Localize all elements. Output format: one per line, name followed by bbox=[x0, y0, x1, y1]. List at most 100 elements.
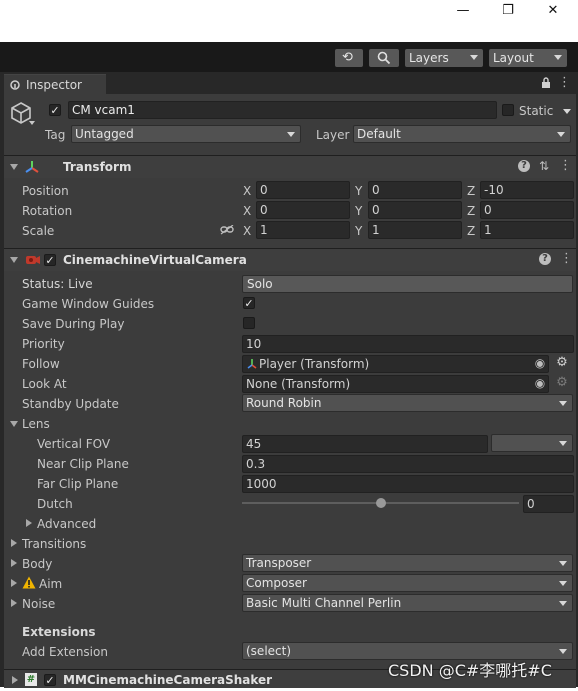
foldout-arrow-icon[interactable] bbox=[10, 164, 18, 170]
tag-dropdown[interactable]: Untagged bbox=[71, 125, 301, 143]
tag-value: Untagged bbox=[75, 127, 134, 141]
gear-icon[interactable]: ⚙ bbox=[555, 376, 569, 390]
search-button[interactable] bbox=[369, 49, 399, 67]
far-clip-plane-label: Far Clip Plane bbox=[37, 477, 119, 491]
advanced-label[interactable]: Advanced bbox=[37, 516, 96, 532]
axis-y-label[interactable]: Y bbox=[355, 183, 362, 199]
rotation-z-field[interactable]: 0 bbox=[480, 201, 574, 219]
window-titlebar bbox=[0, 0, 578, 42]
layout-dropdown[interactable]: Layout bbox=[489, 49, 567, 67]
standby-update-dropdown[interactable]: Round Robin bbox=[242, 394, 573, 412]
search-icon bbox=[377, 51, 391, 65]
object-name-field[interactable]: CM vcam1 bbox=[68, 101, 497, 119]
follow-field[interactable]: Player (Transform) bbox=[242, 355, 549, 373]
extensions-heading: Extensions bbox=[22, 625, 96, 639]
layers-dropdown[interactable]: Layers bbox=[405, 49, 483, 67]
static-checkbox[interactable] bbox=[502, 104, 514, 116]
foldout-arrow-icon[interactable] bbox=[11, 559, 17, 567]
look-at-field[interactable]: None (Transform) bbox=[242, 375, 549, 393]
foldout-arrow-icon[interactable] bbox=[12, 676, 18, 684]
save-during-play-checkbox[interactable] bbox=[243, 317, 255, 329]
tab-inspector[interactable]: Inspector bbox=[4, 74, 106, 95]
foldout-arrow-icon[interactable] bbox=[10, 257, 18, 263]
axis-x-label[interactable]: X bbox=[243, 223, 251, 239]
noise-dropdown[interactable]: Basic Multi Channel Perlin bbox=[242, 594, 573, 612]
axis-z-label[interactable]: Z bbox=[467, 203, 475, 219]
near-clip-plane-label: Near Clip Plane bbox=[37, 457, 129, 471]
tab-inspector-label: Inspector bbox=[26, 78, 82, 92]
foldout-arrow-icon[interactable] bbox=[11, 579, 17, 587]
inspector-icon bbox=[10, 80, 20, 90]
position-z-field[interactable]: -10 bbox=[480, 181, 574, 199]
standby-update-value: Round Robin bbox=[246, 396, 322, 410]
axis-y-label[interactable]: Y bbox=[355, 203, 362, 219]
chevron-down-icon[interactable] bbox=[29, 121, 35, 125]
foldout-arrow-icon[interactable] bbox=[11, 599, 17, 607]
history-button[interactable]: ⟲ bbox=[335, 49, 363, 67]
aim-label[interactable]: Aim bbox=[39, 576, 62, 592]
priority-field[interactable]: 10 bbox=[242, 335, 574, 353]
lens-label[interactable]: Lens bbox=[22, 416, 50, 432]
chevron-down-icon bbox=[559, 601, 567, 606]
vertical-fov-field[interactable]: 45 bbox=[242, 435, 488, 453]
near-clip-plane-field[interactable]: 0.3 bbox=[242, 455, 574, 473]
layers-label: Layers bbox=[409, 51, 449, 65]
object-picker-icon[interactable]: ◉ bbox=[533, 376, 547, 390]
aim-dropdown[interactable]: Composer bbox=[242, 574, 573, 592]
lock-icon[interactable] bbox=[541, 77, 551, 89]
axis-x-label[interactable]: X bbox=[243, 203, 251, 219]
position-y-field[interactable]: 0 bbox=[368, 181, 462, 199]
maximize-button[interactable]: ❐ bbox=[498, 3, 518, 19]
link-icon[interactable] bbox=[220, 225, 234, 235]
dutch-slider-thumb[interactable] bbox=[375, 498, 386, 508]
game-window-guides-checkbox[interactable]: ✓ bbox=[243, 297, 255, 309]
body-label[interactable]: Body bbox=[22, 556, 52, 572]
dutch-label: Dutch bbox=[37, 497, 73, 511]
component-enabled-checkbox[interactable]: ✓ bbox=[44, 674, 56, 686]
scale-x-field[interactable]: 1 bbox=[256, 221, 350, 239]
axis-z-label[interactable]: Z bbox=[467, 223, 475, 239]
solo-button[interactable]: Solo bbox=[242, 275, 573, 293]
rotation-y-field[interactable]: 0 bbox=[368, 201, 462, 219]
layer-dropdown[interactable]: Default bbox=[353, 125, 571, 143]
object-picker-icon[interactable]: ◉ bbox=[533, 356, 547, 370]
fov-preset-dropdown[interactable] bbox=[491, 434, 573, 452]
more-options-icon[interactable]: ⋮ bbox=[558, 76, 571, 90]
axis-x-label[interactable]: X bbox=[243, 183, 251, 199]
layer-label: Layer bbox=[316, 128, 350, 142]
foldout-arrow-icon[interactable] bbox=[10, 421, 18, 427]
help-icon[interactable]: ? bbox=[518, 160, 530, 172]
axis-y-label[interactable]: Y bbox=[355, 223, 362, 239]
vcam-header[interactable]: ✓ CinemachineVirtualCamera ? ⋮ bbox=[4, 248, 576, 271]
component-enabled-checkbox[interactable]: ✓ bbox=[44, 254, 56, 266]
position-x-field[interactable]: 0 bbox=[256, 181, 350, 199]
foldout-arrow-icon[interactable] bbox=[26, 519, 32, 527]
noise-label[interactable]: Noise bbox=[22, 596, 55, 612]
dutch-field[interactable]: 0 bbox=[523, 495, 574, 513]
more-options-icon[interactable]: ⋮ bbox=[560, 252, 573, 266]
close-button[interactable]: ✕ bbox=[543, 3, 563, 19]
active-checkbox[interactable]: ✓ bbox=[49, 104, 61, 116]
chevron-down-icon bbox=[559, 441, 567, 446]
shaker-title: MMCinemachineCameraShaker bbox=[63, 673, 273, 687]
transform-header[interactable]: Transform ? ⇅ ⋮ bbox=[4, 155, 576, 178]
chevron-down-icon[interactable] bbox=[563, 109, 571, 114]
scale-label: Scale bbox=[22, 224, 55, 238]
chevron-down-icon bbox=[470, 55, 478, 60]
gear-icon[interactable]: ⚙ bbox=[555, 356, 569, 370]
scale-z-field[interactable]: 1 bbox=[480, 221, 574, 239]
more-options-icon[interactable]: ⋮ bbox=[559, 159, 572, 173]
static-label: Static bbox=[519, 104, 554, 118]
minimize-button[interactable]: — bbox=[453, 3, 473, 19]
body-dropdown[interactable]: Transposer bbox=[242, 554, 573, 572]
camera-icon bbox=[26, 256, 40, 264]
axis-z-label[interactable]: Z bbox=[467, 183, 475, 199]
transitions-label[interactable]: Transitions bbox=[22, 536, 86, 552]
presets-icon[interactable]: ⇅ bbox=[537, 159, 551, 173]
rotation-x-field[interactable]: 0 bbox=[256, 201, 350, 219]
foldout-arrow-icon[interactable] bbox=[11, 539, 17, 547]
script-icon: # bbox=[25, 673, 37, 686]
far-clip-plane-field[interactable]: 1000 bbox=[242, 475, 574, 493]
scale-y-field[interactable]: 1 bbox=[368, 221, 462, 239]
help-icon[interactable]: ? bbox=[539, 253, 551, 265]
